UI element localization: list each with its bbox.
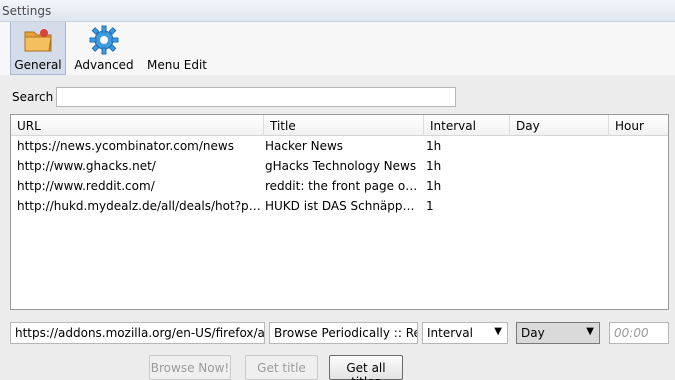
cell-hour xyxy=(615,156,665,176)
tab-general-label: General xyxy=(14,58,62,72)
column-header-day[interactable]: Day xyxy=(510,115,609,136)
search-input[interactable] xyxy=(56,87,456,107)
column-header-interval[interactable]: Interval xyxy=(424,115,510,136)
hour-field[interactable]: 00:00 xyxy=(609,322,669,344)
tab-advanced-label: Advanced xyxy=(74,58,134,72)
cell-hour xyxy=(615,176,665,196)
window-title: Settings xyxy=(2,4,52,18)
day-select-value: Day xyxy=(521,326,545,340)
cell-interval: 1h xyxy=(426,179,442,193)
cell-interval: 1 xyxy=(426,199,434,213)
window-titlebar: Settings xyxy=(0,0,675,22)
table-row[interactable]: http://www.ghacks.net/ gHacks Technology… xyxy=(11,156,668,176)
column-header-hour[interactable]: Hour xyxy=(609,115,668,136)
table-row[interactable]: http://hukd.mydealz.de/all/deals/hot?pag… xyxy=(11,196,668,216)
cell-title: reddit: the front page of the ... xyxy=(265,179,421,193)
table-header: URL Title Interval Day Hour xyxy=(11,115,668,136)
settings-toolbar: General Advanced Menu Edit xyxy=(0,22,675,75)
cell-day xyxy=(516,156,606,176)
chevron-down-icon: ▼ xyxy=(494,326,502,337)
table-row[interactable]: https://news.ycombinator.com/news Hacker… xyxy=(11,136,668,156)
cell-day xyxy=(516,136,606,156)
interval-select[interactable]: Interval ▼ xyxy=(422,322,508,344)
search-label: Search xyxy=(12,90,54,104)
cell-title: HUKD ist DAS Schnäppchen... xyxy=(265,199,421,213)
chevron-down-icon: ▼ xyxy=(586,326,594,337)
gear-icon xyxy=(88,24,120,56)
sites-table: URL Title Interval Day Hour https://news… xyxy=(10,114,669,310)
tab-menu-edit[interactable]: Menu Edit xyxy=(142,22,212,75)
browse-now-button[interactable]: Browse Now! xyxy=(149,355,231,380)
get-all-titles-button[interactable]: Get all titles xyxy=(329,355,403,380)
cell-hour xyxy=(615,196,665,216)
day-select[interactable]: Day ▼ xyxy=(516,322,600,344)
cell-title: gHacks Technology News xyxy=(265,159,417,173)
cell-interval: 1h xyxy=(426,159,442,173)
column-header-title[interactable]: Title xyxy=(264,115,424,136)
tab-menu-edit-label: Menu Edit xyxy=(147,58,207,72)
cell-day xyxy=(516,196,606,216)
cell-day xyxy=(516,176,606,196)
cell-url: http://www.reddit.com/ xyxy=(17,179,155,193)
folder-icon xyxy=(22,24,54,56)
cell-url: https://news.ycombinator.com/news xyxy=(17,139,234,153)
tab-general[interactable]: General xyxy=(10,22,66,75)
table-row[interactable]: http://www.reddit.com/ reddit: the front… xyxy=(11,176,668,196)
cell-interval: 1h xyxy=(426,139,442,153)
interval-select-value: Interval xyxy=(427,326,473,340)
cell-hour xyxy=(615,136,665,156)
tab-advanced[interactable]: Advanced xyxy=(72,22,136,75)
cell-url: http://hukd.mydealz.de/all/deals/hot?pag… xyxy=(17,199,262,213)
cell-url: http://www.ghacks.net/ xyxy=(17,159,156,173)
url-field[interactable]: https://addons.mozilla.org/en-US/firefox… xyxy=(10,322,265,344)
title-field[interactable]: Browse Periodically :: Revie xyxy=(269,322,418,344)
get-title-button[interactable]: Get title xyxy=(245,355,318,380)
column-header-url[interactable]: URL xyxy=(11,115,264,136)
cell-title: Hacker News xyxy=(265,139,344,153)
